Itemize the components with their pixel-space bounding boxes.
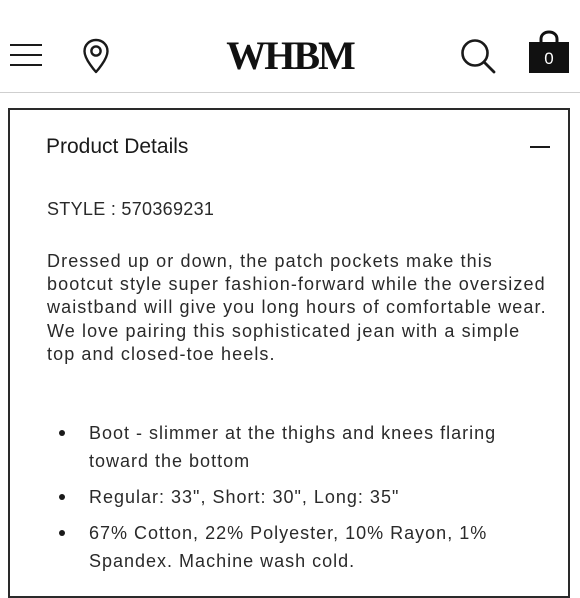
feature-item: Regular: 33", Short: 30", Long: 35" bbox=[47, 483, 547, 511]
brand-logo[interactable]: WHBM bbox=[215, 34, 365, 78]
hamburger-menu-icon[interactable] bbox=[10, 44, 42, 66]
product-description: Dressed up or down, the patch pockets ma… bbox=[47, 251, 547, 364]
minus-collapse-icon[interactable] bbox=[530, 146, 550, 148]
cart-count-badge: 0 bbox=[544, 49, 554, 68]
product-details-panel: Product Details STYLE : 570369231 Dresse… bbox=[8, 108, 570, 598]
bullet-dot bbox=[59, 530, 65, 536]
product-details-toggle[interactable]: Product Details bbox=[10, 110, 568, 184]
feature-item: Boot - slimmer at the thighs and knees f… bbox=[47, 419, 547, 475]
map-pin-icon[interactable] bbox=[82, 38, 110, 74]
feature-text: Regular: 33", Short: 30", Long: 35" bbox=[89, 487, 400, 507]
bullet-dot bbox=[59, 430, 65, 436]
feature-text: Boot - slimmer at the thighs and knees f… bbox=[89, 423, 497, 471]
bullet-dot bbox=[59, 494, 65, 500]
feature-text: 67% Cotton, 22% Polyester, 10% Rayon, 1%… bbox=[89, 523, 488, 571]
product-details-title: Product Details bbox=[46, 135, 189, 158]
search-icon[interactable] bbox=[460, 38, 496, 74]
product-features-list: Boot - slimmer at the thighs and knees f… bbox=[47, 419, 547, 583]
site-header: WHBM 0 bbox=[0, 0, 580, 93]
feature-item: 67% Cotton, 22% Polyester, 10% Rayon, 1%… bbox=[47, 519, 547, 575]
style-number: STYLE : 570369231 bbox=[47, 199, 215, 219]
